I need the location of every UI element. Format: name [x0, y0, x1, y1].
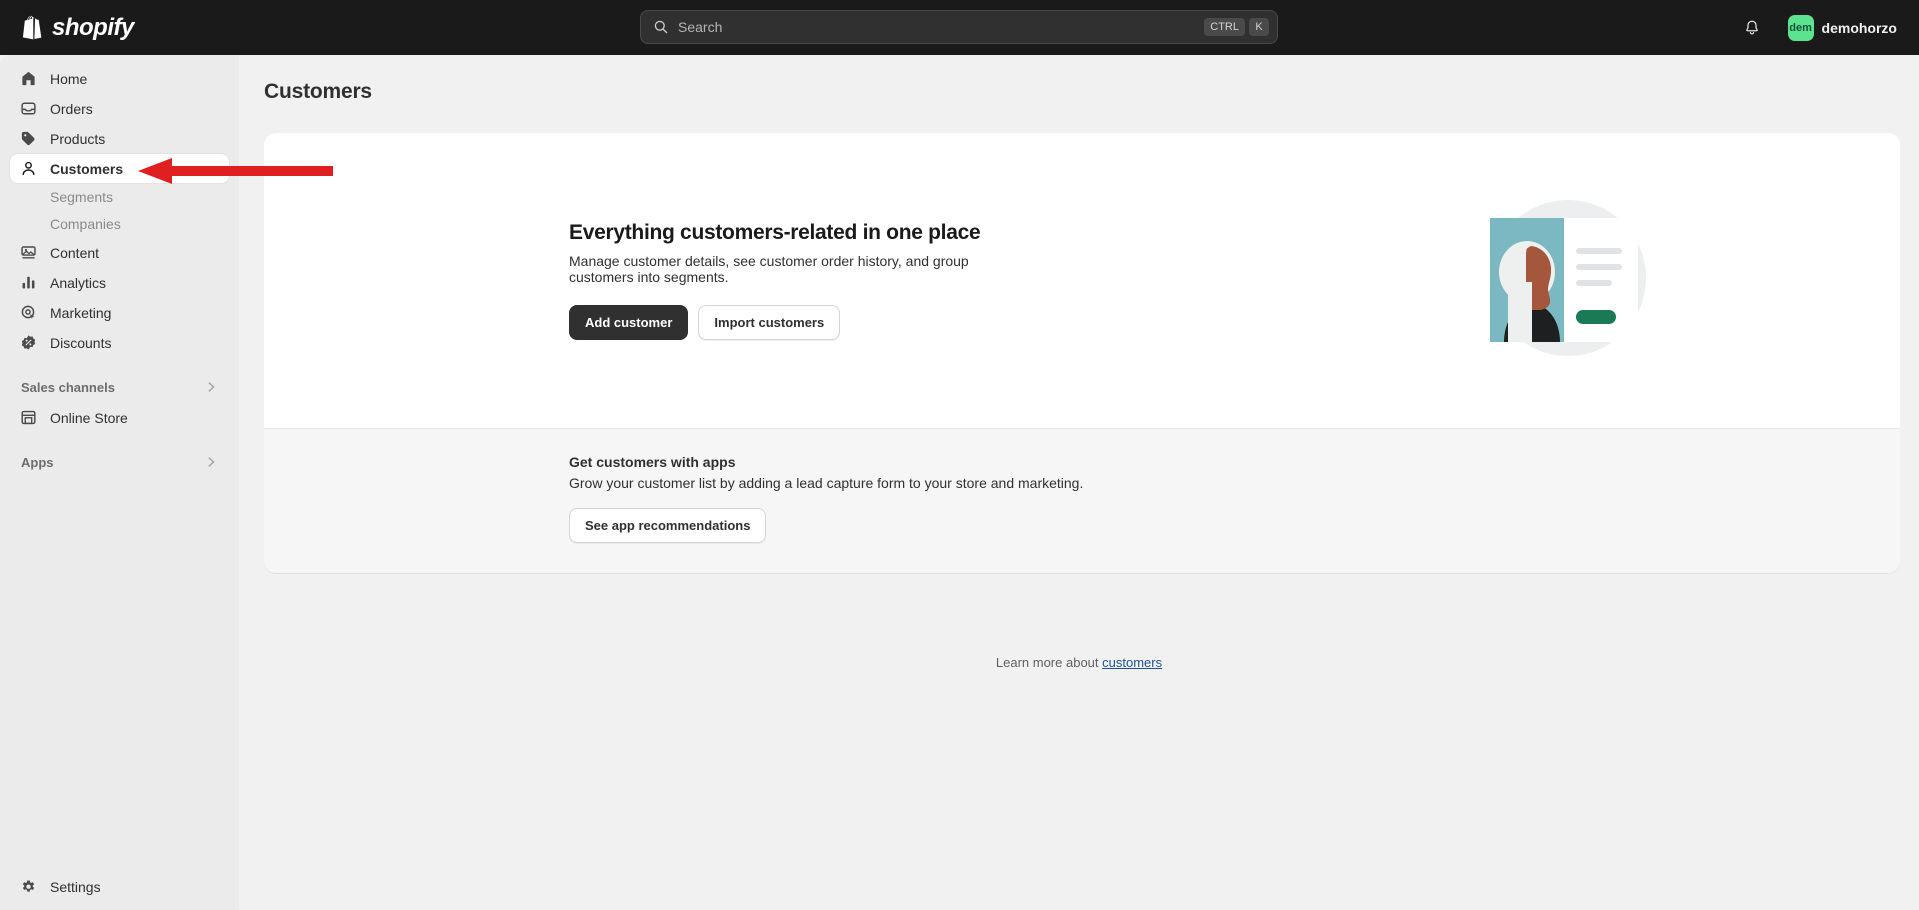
person-icon	[19, 159, 38, 178]
sidebar-item-label: Analytics	[50, 275, 106, 291]
marketing-target-icon	[19, 303, 38, 322]
chevron-right-icon	[204, 455, 218, 469]
get-customers-with-apps-section: Get customers with apps Grow your custom…	[264, 429, 1900, 573]
customers-empty-state-card: Everything customers-related in one plac…	[264, 133, 1900, 573]
empty-state-actions: Add customer Import customers	[569, 305, 1024, 340]
sidebar-item-label: Products	[50, 131, 105, 147]
customers-help-link[interactable]: customers	[1102, 655, 1162, 670]
kbd-ctrl: CTRL	[1204, 18, 1245, 36]
sidebar-item-discounts[interactable]: Discounts	[10, 328, 229, 357]
sidebar-item-analytics[interactable]: Analytics	[10, 268, 229, 297]
notifications-button[interactable]	[1736, 12, 1768, 44]
kbd-k: K	[1249, 18, 1269, 36]
learn-more-footer: Learn more about customers	[239, 655, 1919, 670]
shopify-logo[interactable]: shopify	[22, 14, 134, 42]
sidebar-subitem-label: Segments	[50, 189, 113, 205]
sidebar-item-label: Orders	[50, 101, 93, 117]
search-bar[interactable]: CTRL K	[640, 10, 1278, 44]
gear-icon	[19, 878, 38, 897]
sidebar-section-label: Apps	[21, 455, 54, 470]
sidebar-section-sales-channels[interactable]: Sales channels	[10, 375, 229, 399]
see-app-recommendations-button[interactable]: See app recommendations	[569, 508, 766, 543]
empty-state-title: Everything customers-related in one plac…	[569, 221, 1024, 245]
sidebar-item-content[interactable]: Content	[10, 238, 229, 267]
avatar: dem	[1788, 15, 1814, 41]
sidebar-item-label: Discounts	[50, 335, 111, 351]
shopify-logo-text: shopify	[52, 14, 134, 42]
sidebar-item-online-store[interactable]: Online Store	[10, 403, 229, 432]
main-content: Customers Everything customers-related i…	[239, 55, 1919, 910]
user-name: demohorzo	[1822, 20, 1897, 36]
apps-section-description: Grow your customer list by adding a lead…	[569, 475, 1840, 491]
shopify-bag-icon	[22, 15, 44, 40]
sidebar-item-orders[interactable]: Orders	[10, 94, 229, 123]
search-shortcut: CTRL K	[1204, 18, 1269, 36]
orders-inbox-icon	[19, 99, 38, 118]
search-icon	[653, 19, 669, 35]
sidebar-item-home[interactable]: Home	[10, 64, 229, 93]
content-image-icon	[19, 243, 38, 262]
storefront-icon	[19, 408, 38, 427]
learn-more-text: Learn more about	[996, 655, 1099, 670]
sidebar-item-label: Settings	[50, 879, 101, 895]
sidebar-item-label: Home	[50, 71, 87, 87]
sidebar-item-customers[interactable]: Customers	[10, 154, 229, 183]
import-customers-button[interactable]: Import customers	[698, 305, 840, 340]
bell-icon	[1743, 19, 1761, 37]
sidebar-item-settings[interactable]: Settings	[0, 864, 239, 910]
sidebar-item-label: Marketing	[50, 305, 111, 321]
sidebar-subitem-label: Companies	[50, 216, 121, 232]
analytics-bars-icon	[19, 273, 38, 292]
customer-profile-card-illustration	[1472, 190, 1660, 371]
sidebar-section-label: Sales channels	[21, 380, 115, 395]
sidebar: Home Orders Products	[0, 55, 239, 910]
sidebar-subitem-segments[interactable]: Segments	[10, 184, 229, 210]
apps-section-title: Get customers with apps	[569, 454, 1840, 470]
sidebar-nav-list: Home Orders Products	[0, 55, 239, 474]
sidebar-section-apps[interactable]: Apps	[10, 450, 229, 474]
add-customer-button[interactable]: Add customer	[569, 305, 688, 340]
chevron-right-icon	[204, 380, 218, 394]
empty-state-text: Everything customers-related in one plac…	[324, 221, 1024, 340]
empty-state: Everything customers-related in one plac…	[264, 133, 1900, 428]
top-bar: shopify CTRL K dem demohorzo	[0, 0, 1919, 55]
empty-state-description: Manage customer details, see customer or…	[569, 253, 1024, 285]
search-input[interactable]	[678, 19, 1204, 35]
sidebar-item-label: Customers	[50, 161, 123, 177]
user-menu-button[interactable]: dem demohorzo	[1782, 11, 1903, 45]
sidebar-item-label: Online Store	[50, 410, 128, 426]
discount-badge-icon	[19, 333, 38, 352]
sidebar-item-products[interactable]: Products	[10, 124, 229, 153]
home-icon	[19, 69, 38, 88]
products-tag-icon	[19, 129, 38, 148]
sidebar-item-marketing[interactable]: Marketing	[10, 298, 229, 327]
sidebar-item-label: Content	[50, 245, 99, 261]
top-bar-right: dem demohorzo	[1736, 0, 1903, 55]
sidebar-subitem-companies[interactable]: Companies	[10, 211, 229, 237]
page-title: Customers	[264, 80, 1919, 104]
